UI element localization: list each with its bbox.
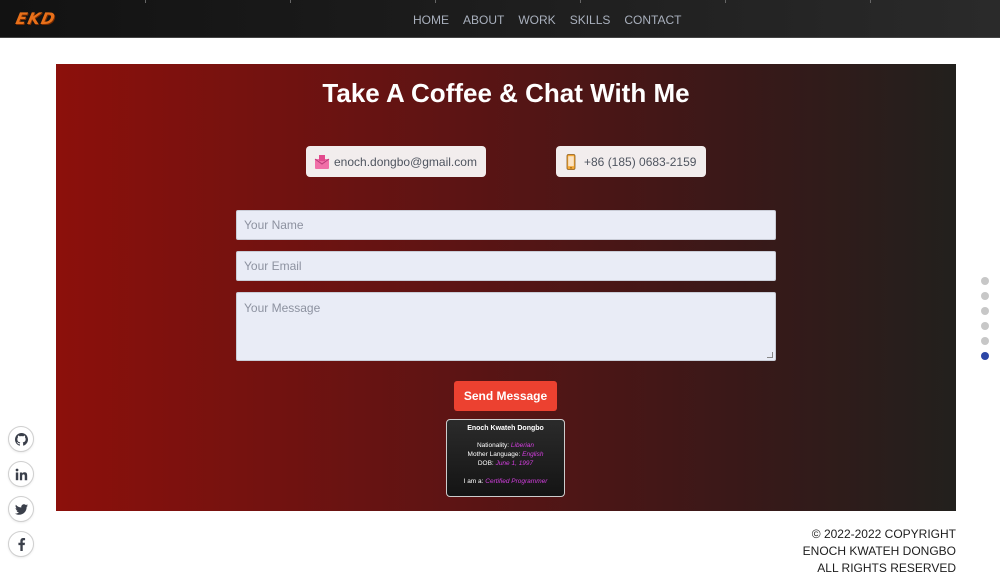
email-text: enoch.dongbo@gmail.com: [334, 154, 477, 169]
linkedin-link[interactable]: [8, 461, 34, 487]
navbar-divider: [725, 0, 726, 3]
email-placeholder: Your Email: [244, 259, 302, 273]
site-logo[interactable]: EKD: [14, 9, 58, 28]
rights-line: ALL RIGHTS RESERVED: [817, 561, 956, 575]
language-row: Mother Language: English: [467, 451, 544, 458]
role-row: I am a: Certified Programmer: [463, 478, 548, 485]
phone-icon: [564, 153, 578, 170]
nav-item-skills[interactable]: SKILLS: [570, 13, 611, 27]
facebook-icon: [17, 537, 25, 551]
section-dot[interactable]: [981, 337, 989, 345]
twitter-icon: [14, 503, 28, 515]
nav-item-contact[interactable]: CONTACT: [624, 13, 681, 27]
message-placeholder: Your Message: [244, 301, 321, 315]
section-dot[interactable]: [981, 277, 989, 285]
email-chip[interactable]: enoch.dongbo@gmail.com: [306, 146, 486, 177]
navbar-divider: [435, 0, 436, 3]
section-dot[interactable]: [981, 322, 989, 330]
contact-section: Take A Coffee & Chat With Me enoch.dongb…: [56, 64, 956, 511]
dob-value: June 1, 1997: [495, 460, 534, 467]
nav-item-home[interactable]: HOME: [413, 13, 449, 27]
nationality-row: Nationality: Liberian: [476, 442, 535, 449]
email-input[interactable]: Your Email: [236, 251, 776, 281]
name-placeholder: Your Name: [244, 218, 304, 232]
top-navbar: EKD HOME ABOUT WORK SKILLS CONTACT: [0, 0, 1000, 38]
name-input[interactable]: Your Name: [236, 210, 776, 240]
github-icon: [14, 432, 28, 446]
twitter-link[interactable]: [8, 496, 34, 522]
nav-item-about[interactable]: ABOUT: [463, 13, 504, 27]
navbar-divider: [580, 0, 581, 3]
resize-handle[interactable]: [767, 352, 773, 358]
navbar-divider: [870, 0, 871, 3]
main-nav: HOME ABOUT WORK SKILLS CONTACT: [413, 13, 696, 27]
profile-name: Enoch Kwateh Dongbo: [467, 425, 544, 432]
nav-item-work[interactable]: WORK: [518, 13, 555, 27]
facebook-link[interactable]: [8, 531, 34, 557]
send-message-button[interactable]: Send Message: [454, 381, 557, 411]
mail-icon: [314, 154, 330, 170]
section-dot[interactable]: [981, 292, 989, 300]
footer-copyright: © 2022-2022 COPYRIGHT ENOCH KWATEH DONGB…: [803, 526, 956, 577]
github-link[interactable]: [8, 426, 34, 452]
message-textarea[interactable]: Your Message: [236, 292, 776, 361]
section-dot-active[interactable]: [981, 352, 989, 360]
owner-line: ENOCH KWATEH DONGBO: [802, 544, 956, 558]
contact-title: Take A Coffee & Chat With Me: [322, 78, 690, 108]
language-value: English: [522, 451, 544, 458]
linkedin-icon: [15, 468, 27, 480]
navbar-divider: [290, 0, 291, 3]
copyright-line: © 2022-2022 COPYRIGHT: [811, 527, 956, 541]
section-dots: [981, 277, 989, 367]
navbar-divider: [145, 0, 146, 3]
section-dot[interactable]: [981, 307, 989, 315]
phone-chip[interactable]: +86 (185) 0683-2159: [556, 146, 706, 177]
phone-text: +86 (185) 0683-2159: [584, 154, 697, 169]
profile-card: Enoch Kwateh Dongbo Nationality: Liberia…: [446, 419, 565, 497]
nationality-value: Liberian: [510, 442, 535, 449]
role-value: Certified Programmer: [485, 478, 548, 485]
dob-row: DOB: June 1, 1997: [477, 460, 534, 467]
